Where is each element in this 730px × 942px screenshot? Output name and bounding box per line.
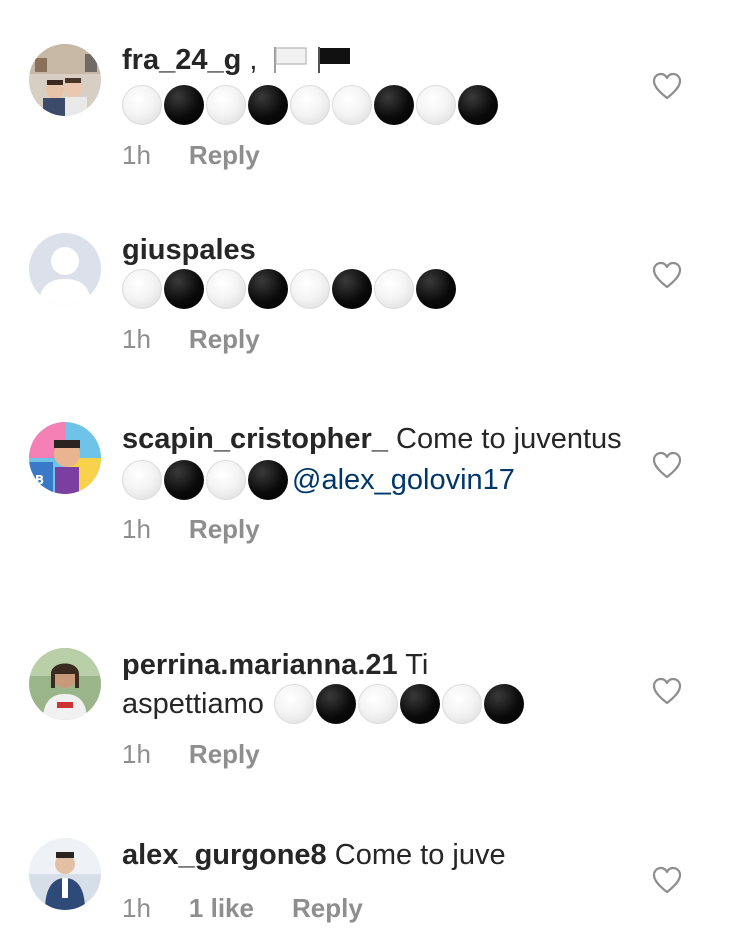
- black-circle-icon: [164, 460, 204, 500]
- comment-text: giuspales: [122, 232, 622, 268]
- comment-meta: 1h 1 like Reply: [122, 893, 622, 924]
- white-circle-icon: [357, 684, 398, 724]
- comment-time[interactable]: 1h: [122, 324, 151, 355]
- heart-icon[interactable]: [652, 866, 682, 894]
- white-circle-icon: [122, 460, 162, 500]
- comment-time[interactable]: 1h: [122, 140, 151, 171]
- black-circle-icon: [399, 684, 440, 724]
- black-circle-icon: [248, 269, 288, 309]
- black-circle-icon: [483, 684, 524, 724]
- black-circle-icon: [248, 460, 288, 500]
- comment-username[interactable]: perrina.marianna.21: [122, 649, 398, 681]
- white-flag-icon: [272, 45, 310, 84]
- likes-count[interactable]: 1 like: [189, 893, 254, 924]
- reply-button[interactable]: Reply: [292, 893, 363, 924]
- white-circle-icon: [441, 684, 482, 724]
- comment-time[interactable]: 1h: [122, 893, 151, 924]
- comment-meta: 1h Reply: [122, 324, 622, 355]
- black-circle-icon: [248, 85, 288, 125]
- black-circle-icon: [164, 269, 204, 309]
- comment-meta: 1h Reply: [122, 140, 622, 171]
- emoji-row: @alex_golovin17: [122, 459, 622, 501]
- comment-body: Come to juve: [334, 839, 506, 871]
- comment-separator: ,: [241, 44, 258, 76]
- white-circle-icon: [273, 684, 314, 724]
- comment-text: fra_24_g ,: [122, 42, 622, 84]
- svg-text:B: B: [35, 473, 44, 487]
- reply-button[interactable]: Reply: [189, 140, 260, 171]
- comment-time[interactable]: 1h: [122, 739, 151, 770]
- comment-username[interactable]: scapin_cristopher_: [122, 423, 388, 455]
- white-circle-icon: [290, 85, 330, 125]
- white-circle-icon: [122, 269, 162, 309]
- comment-meta: 1h Reply: [122, 514, 622, 545]
- mention-link[interactable]: @alex_golovin17: [292, 462, 515, 498]
- black-circle-icon: [332, 269, 372, 309]
- comment-body: Come to juventus: [396, 423, 622, 455]
- comment-text: alex_gurgone8 Come to juve: [122, 837, 622, 873]
- heart-icon[interactable]: [652, 451, 682, 479]
- reply-button[interactable]: Reply: [189, 739, 260, 770]
- comment-text: perrina.marianna.21 Ti: [122, 647, 622, 683]
- emoji-row: [122, 84, 622, 126]
- white-circle-icon: [122, 85, 162, 125]
- black-circle-icon: [374, 85, 414, 125]
- white-circle-icon: [332, 85, 372, 125]
- comment-body: Ti: [405, 649, 429, 681]
- black-circle-icon: [416, 269, 456, 309]
- black-circle-icon: [315, 684, 356, 724]
- user-silhouette-icon: [29, 233, 101, 305]
- comment-text: scapin_cristopher_ Come to juventus: [122, 421, 622, 457]
- black-flag-icon: [316, 45, 354, 84]
- reply-button[interactable]: Reply: [189, 514, 260, 545]
- avatar[interactable]: [29, 44, 101, 116]
- comment-time[interactable]: 1h: [122, 514, 151, 545]
- emoji-row: [122, 268, 622, 310]
- heart-icon[interactable]: [652, 72, 682, 100]
- white-circle-icon: [374, 269, 414, 309]
- avatar[interactable]: B: [29, 422, 101, 494]
- white-circle-icon: [290, 269, 330, 309]
- comment-username[interactable]: giuspales: [122, 234, 256, 266]
- white-circle-icon: [416, 85, 456, 125]
- heart-icon[interactable]: [652, 677, 682, 705]
- comment-username[interactable]: fra_24_g: [122, 44, 241, 76]
- comment-username[interactable]: alex_gurgone8: [122, 839, 327, 871]
- comment-meta: 1h Reply: [122, 739, 622, 770]
- white-circle-icon: [206, 85, 246, 125]
- white-circle-icon: [206, 460, 246, 500]
- avatar[interactable]: [29, 838, 101, 910]
- avatar[interactable]: [29, 233, 101, 305]
- avatar[interactable]: [29, 648, 101, 720]
- reply-button[interactable]: Reply: [189, 324, 260, 355]
- black-circle-icon: [164, 85, 204, 125]
- emoji-row: aspettiamo: [122, 683, 622, 725]
- comment-body-continued: aspettiamo: [122, 688, 264, 720]
- white-circle-icon: [206, 269, 246, 309]
- black-circle-icon: [458, 85, 498, 125]
- heart-icon[interactable]: [652, 261, 682, 289]
